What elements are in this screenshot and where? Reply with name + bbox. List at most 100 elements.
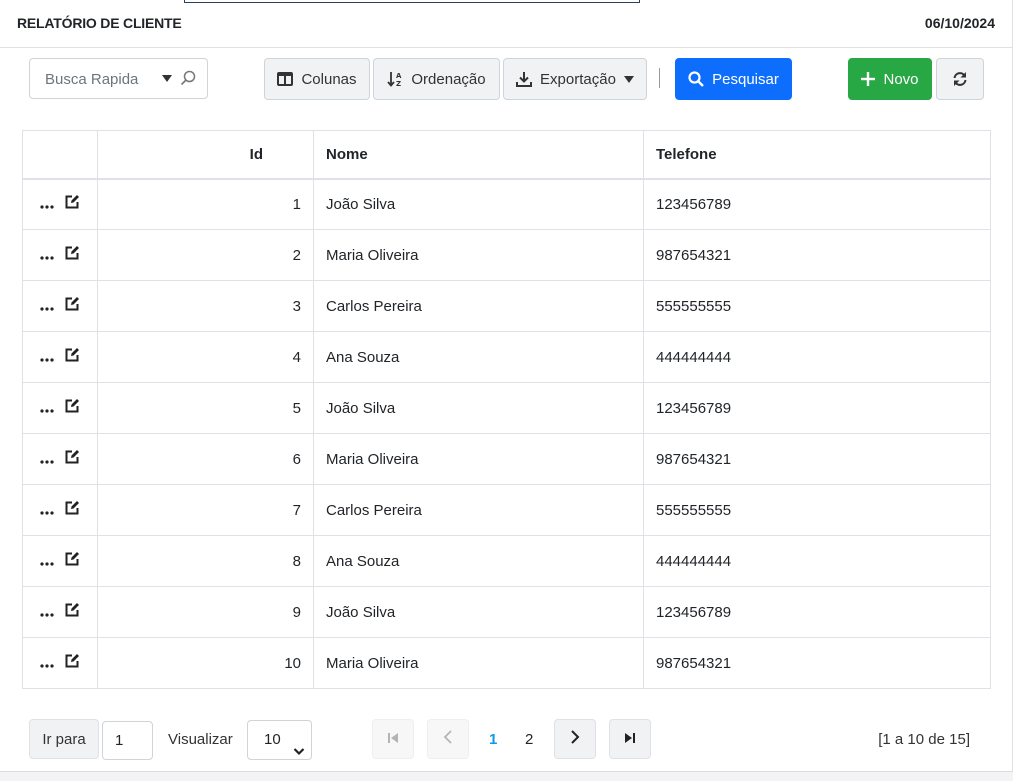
edit-icon[interactable] bbox=[64, 398, 80, 418]
sort-button[interactable]: AZ Ordenação bbox=[373, 58, 500, 100]
new-button[interactable]: Novo bbox=[848, 58, 932, 100]
sort-label: Ordenação bbox=[411, 70, 486, 88]
col-header-id[interactable]: Id bbox=[97, 130, 314, 180]
cell-id: 2 bbox=[97, 229, 314, 281]
row-actions bbox=[22, 433, 98, 485]
cell-nome: Carlos Pereira bbox=[313, 484, 644, 536]
cell-telefone: 123456789 bbox=[643, 178, 991, 230]
last-page-button[interactable] bbox=[609, 719, 651, 759]
cell-id: 7 bbox=[97, 484, 314, 536]
sort-icon: AZ bbox=[387, 71, 403, 87]
row-actions bbox=[22, 280, 98, 332]
table-row: 8 Ana Souza 444444444 bbox=[22, 535, 991, 587]
table-row: 9 João Silva 123456789 bbox=[22, 586, 991, 638]
columns-button[interactable]: Colunas bbox=[264, 58, 370, 100]
top-strip bbox=[184, 0, 640, 3]
more-icon[interactable] bbox=[40, 502, 54, 519]
export-button[interactable]: Exportação bbox=[503, 58, 647, 100]
toolbar-separator bbox=[659, 68, 660, 88]
more-icon[interactable] bbox=[40, 604, 54, 621]
cell-nome: Ana Souza bbox=[313, 331, 644, 383]
more-icon[interactable] bbox=[40, 655, 54, 672]
table-row: 10 Maria Oliveira 987654321 bbox=[22, 637, 991, 689]
more-icon[interactable] bbox=[40, 349, 54, 366]
goto-page-input[interactable]: 1 bbox=[102, 721, 153, 760]
page-title: RELATÓRIO DE CLIENTE bbox=[17, 15, 182, 31]
edit-icon[interactable] bbox=[64, 194, 80, 214]
search-button[interactable]: Pesquisar bbox=[675, 58, 792, 100]
caret-down-icon[interactable] bbox=[162, 75, 172, 82]
edit-icon[interactable] bbox=[64, 245, 80, 265]
cell-telefone: 987654321 bbox=[643, 229, 991, 281]
cell-nome: João Silva bbox=[313, 178, 644, 230]
cell-nome: João Silva bbox=[313, 382, 644, 434]
page-link-1[interactable]: 1 bbox=[489, 731, 497, 748]
edit-icon[interactable] bbox=[64, 551, 80, 571]
refresh-button[interactable] bbox=[936, 58, 984, 100]
edit-icon[interactable] bbox=[64, 602, 80, 622]
cell-telefone: 123456789 bbox=[643, 586, 991, 638]
row-actions bbox=[22, 178, 98, 230]
page-link-2[interactable]: 2 bbox=[525, 731, 533, 748]
cell-nome: Maria Oliveira bbox=[313, 637, 644, 689]
magnifier-icon[interactable] bbox=[180, 70, 196, 89]
table-row: 2 Maria Oliveira 987654321 bbox=[22, 229, 991, 281]
col-header-nome[interactable]: Nome bbox=[313, 130, 644, 180]
table-body: 1 João Silva 123456789 2 Maria Oliveira 98765… bbox=[22, 178, 991, 689]
svg-text:Z: Z bbox=[396, 80, 401, 87]
edit-icon[interactable] bbox=[64, 449, 80, 469]
cell-telefone: 555555555 bbox=[643, 280, 991, 332]
table-row: 6 Maria Oliveira 987654321 bbox=[22, 433, 991, 485]
page-size-value: 10 bbox=[264, 731, 281, 748]
cell-id: 6 bbox=[97, 433, 314, 485]
table-row: 7 Carlos Pereira 555555555 bbox=[22, 484, 991, 536]
prev-page-button[interactable] bbox=[427, 719, 469, 759]
columns-icon bbox=[277, 72, 294, 86]
caret-down-icon bbox=[623, 75, 634, 83]
first-page-icon bbox=[387, 731, 399, 748]
cell-telefone: 123456789 bbox=[643, 382, 991, 434]
more-icon[interactable] bbox=[40, 196, 54, 213]
next-page-button[interactable] bbox=[554, 719, 596, 759]
header-divider bbox=[0, 47, 1012, 48]
svg-text:A: A bbox=[396, 72, 402, 80]
more-icon[interactable] bbox=[40, 400, 54, 417]
quick-search[interactable]: Busca Rapida bbox=[29, 58, 208, 99]
cell-nome: Carlos Pereira bbox=[313, 280, 644, 332]
page-size-select[interactable]: 10 bbox=[247, 720, 312, 760]
refresh-icon bbox=[952, 71, 968, 87]
columns-label: Colunas bbox=[301, 70, 357, 88]
new-label: Novo bbox=[883, 70, 919, 88]
cell-nome: Maria Oliveira bbox=[313, 433, 644, 485]
col-header-telefone[interactable]: Telefone bbox=[643, 130, 991, 180]
col-header-actions bbox=[22, 130, 98, 180]
prev-page-icon bbox=[443, 730, 453, 748]
export-label: Exportação bbox=[540, 70, 616, 88]
report-date: 06/10/2024 bbox=[924, 15, 995, 31]
goto-button[interactable]: Ir para bbox=[29, 719, 99, 759]
more-icon[interactable] bbox=[40, 553, 54, 570]
edit-icon[interactable] bbox=[64, 500, 80, 520]
pagination-info: [1 a 10 de 15] bbox=[878, 731, 970, 748]
cell-id: 9 bbox=[97, 586, 314, 638]
more-icon[interactable] bbox=[40, 247, 54, 264]
table-row: 4 Ana Souza 444444444 bbox=[22, 331, 991, 383]
cell-telefone: 987654321 bbox=[643, 433, 991, 485]
edit-icon[interactable] bbox=[64, 347, 80, 367]
cell-id: 10 bbox=[97, 637, 314, 689]
edit-icon[interactable] bbox=[64, 653, 80, 673]
plus-icon bbox=[861, 72, 876, 86]
row-actions bbox=[22, 535, 98, 587]
edit-icon[interactable] bbox=[64, 296, 80, 316]
first-page-button[interactable] bbox=[372, 719, 414, 759]
cell-id: 4 bbox=[97, 331, 314, 383]
quick-search-placeholder: Busca Rapida bbox=[45, 71, 139, 88]
more-icon[interactable] bbox=[40, 298, 54, 315]
more-icon[interactable] bbox=[40, 451, 54, 468]
row-actions bbox=[22, 331, 98, 383]
view-label: Visualizar bbox=[168, 731, 233, 748]
table-header-row: Id Nome Telefone bbox=[22, 130, 991, 180]
table-row: 3 Carlos Pereira 555555555 bbox=[22, 280, 991, 332]
clients-table: Id Nome Telefone 1 João Silva 123456789 2 Ma… bbox=[22, 130, 991, 689]
cell-id: 8 bbox=[97, 535, 314, 587]
